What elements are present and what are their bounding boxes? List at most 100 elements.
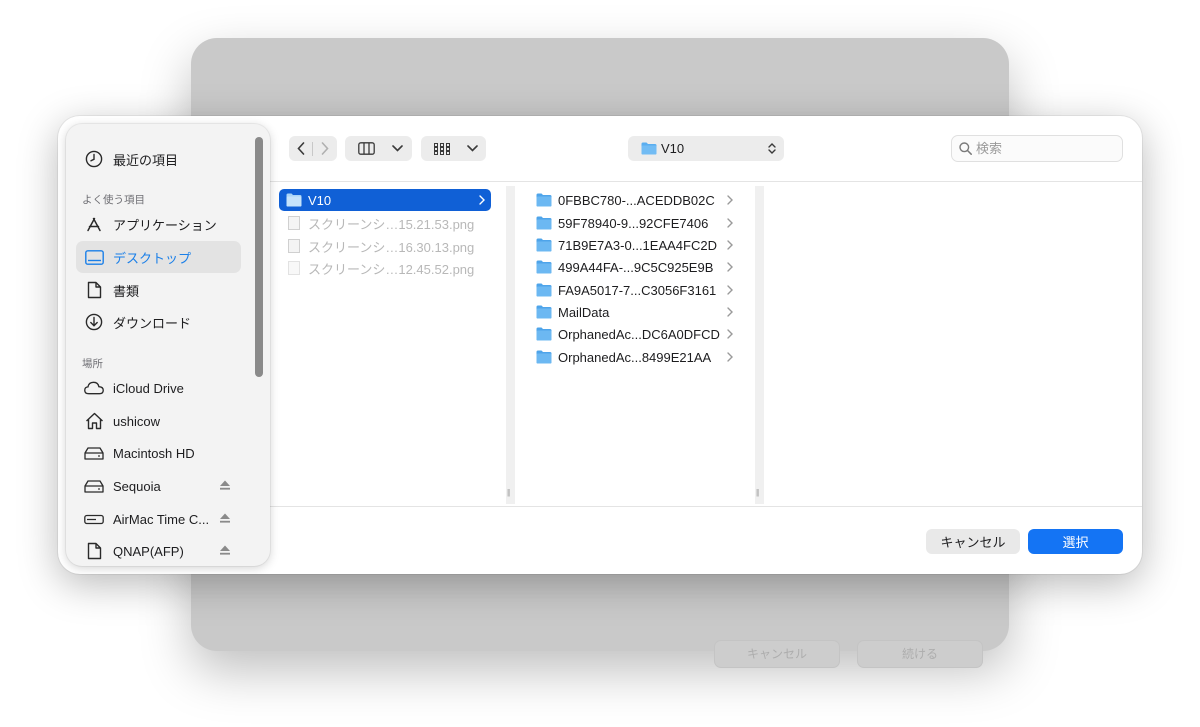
sidebar-item-sequoia[interactable]: Sequoia — [76, 470, 241, 502]
network-disk-icon — [84, 514, 104, 524]
chevron-right-icon — [727, 240, 733, 250]
column2-item[interactable]: FA9A5017-7...C3056F3161 — [536, 279, 740, 301]
chevron-right-icon — [727, 352, 733, 362]
column2-item[interactable]: 0FBBC780-...ACEDDB02C — [536, 189, 740, 211]
sidebar-item-documents[interactable]: 書類 — [76, 274, 241, 306]
toolbar-divider — [270, 181, 1142, 182]
sidebar-scrollbar[interactable] — [255, 137, 263, 377]
sidebar-item-label: 書類 — [113, 283, 140, 299]
folder-icon — [286, 193, 302, 207]
chevron-left-icon — [296, 142, 304, 155]
desktop-icon — [84, 249, 104, 265]
eject-icon[interactable] — [219, 544, 231, 556]
column2-item[interactable]: 71B9E7A3-0...1EAA4FC2D — [536, 234, 740, 256]
sidebar-item-label: アプリケーション — [113, 217, 217, 233]
item-label: FA9A5017-7...C3056F3161 — [558, 282, 717, 298]
column1-item-file: スクリーンシ…12.45.52.png — [286, 257, 474, 279]
back-forward-group — [289, 136, 337, 161]
locations-header: 場所 — [82, 358, 103, 370]
download-icon — [85, 313, 103, 331]
back-button[interactable] — [289, 142, 312, 155]
image-file-icon — [288, 239, 300, 253]
column1-resize-grip-icon[interactable]: || — [507, 488, 510, 497]
sidebar-item-icloud-drive[interactable]: iCloud Drive — [76, 372, 241, 404]
clock-icon — [85, 150, 103, 168]
item-label: スクリーンシ…16.30.13.png — [308, 239, 475, 255]
background-cancel-button: キャンセル — [714, 640, 840, 668]
folder-icon — [536, 283, 552, 297]
applications-icon — [87, 217, 101, 232]
sidebar-item-qnap-afp[interactable]: QNAP(AFP) — [76, 535, 241, 566]
sidebar-item-label: Macintosh HD — [113, 445, 195, 461]
chevron-right-icon — [727, 262, 733, 272]
document-icon — [87, 281, 101, 299]
columns-view-icon — [358, 142, 375, 155]
item-label: スクリーンシ…15.21.53.png — [308, 216, 475, 232]
folder-icon — [641, 142, 657, 155]
sidebar-item-label: ushicow — [113, 413, 160, 429]
sidebar-item-label: デスクトップ — [113, 250, 192, 266]
folder-icon — [536, 260, 552, 274]
sidebar-item-airmac-time-capsule[interactable]: AirMac Time C... — [76, 503, 241, 535]
column1-item-v10[interactable]: V10 — [286, 189, 491, 211]
image-file-icon — [288, 216, 300, 230]
sidebar-item-label: 最近の項目 — [113, 152, 179, 168]
column2-item[interactable]: OrphanedAc...8499E21AA — [536, 346, 740, 368]
sidebar-item-label: QNAP(AFP) — [113, 543, 184, 559]
open-file-dialog: V10 V10 スクリーンシ…15.21.53.png スクリーンシ…16.30… — [58, 116, 1142, 574]
item-label: 59F78940-9...92CFE7406 — [558, 215, 709, 231]
column1-item-file: スクリーンシ…16.30.13.png — [286, 235, 474, 257]
view-mode-popup[interactable] — [345, 136, 412, 161]
favorites-header: よく使う項目 — [82, 194, 145, 206]
location-popup-label: V10 — [661, 141, 685, 156]
cloud-icon — [84, 381, 104, 395]
chevron-right-icon — [479, 195, 485, 205]
chevron-right-icon — [727, 218, 733, 228]
group-by-popup[interactable] — [421, 136, 486, 161]
column2-resize-grip-icon[interactable]: || — [756, 488, 759, 497]
sidebar-item-home[interactable]: ushicow — [76, 405, 241, 437]
chevron-right-icon — [727, 307, 733, 317]
column2-item[interactable]: 499A44FA-...9C5C925E9B — [536, 256, 740, 278]
sidebar-item-desktop[interactable]: デスクトップ — [76, 241, 241, 273]
grid-icon — [434, 142, 450, 155]
folder-icon — [536, 327, 552, 341]
sidebar-item-label: Sequoia — [113, 478, 161, 494]
folder-icon — [536, 238, 552, 252]
search-field[interactable] — [951, 135, 1123, 162]
item-label: OrphanedAc...DC6A0DFCD — [558, 326, 720, 342]
sidebar-item-downloads[interactable]: ダウンロード — [76, 306, 241, 338]
search-input[interactable] — [976, 141, 1116, 156]
sidebar-item-recent[interactable]: 最近の項目 — [76, 143, 241, 175]
eject-icon[interactable] — [219, 512, 231, 524]
chevron-right-icon — [727, 195, 733, 205]
sidebar: 最近の項目 よく使う項目 アプリケーション デスクトップ 書類 ダウンロード 場… — [66, 124, 270, 566]
column2-item[interactable]: OrphanedAc...DC6A0DFCD — [536, 323, 740, 345]
sidebar-item-macintosh-hd[interactable]: Macintosh HD — [76, 437, 241, 469]
chevron-right-icon — [321, 142, 329, 155]
item-label: スクリーンシ…12.45.52.png — [308, 261, 475, 277]
image-file-icon — [288, 261, 300, 275]
column2-item[interactable]: 59F78940-9...92CFE7406 — [536, 212, 740, 234]
search-icon — [959, 142, 972, 155]
forward-button[interactable] — [313, 142, 336, 155]
folder-icon — [536, 350, 552, 364]
column2-resize-bar[interactable] — [755, 186, 764, 504]
document-icon — [87, 542, 101, 560]
sidebar-item-applications[interactable]: アプリケーション — [76, 208, 241, 240]
chevron-down-icon — [392, 145, 403, 152]
folder-icon — [536, 305, 552, 319]
location-popup[interactable]: V10 — [628, 136, 784, 161]
footer-divider — [270, 506, 1142, 507]
cancel-button[interactable]: キャンセル — [926, 529, 1020, 554]
folder-icon — [536, 193, 552, 207]
item-label: 499A44FA-...9C5C925E9B — [558, 259, 714, 275]
item-label: V10 — [308, 192, 332, 208]
column1-item-file: スクリーンシ…15.21.53.png — [286, 212, 474, 234]
select-button[interactable]: 選択 — [1028, 529, 1123, 554]
column1-resize-bar[interactable] — [506, 186, 515, 504]
folder-icon — [536, 216, 552, 230]
background-continue-button: 続ける — [857, 640, 983, 668]
column2-item[interactable]: MailData — [536, 301, 740, 323]
eject-icon[interactable] — [219, 479, 231, 491]
